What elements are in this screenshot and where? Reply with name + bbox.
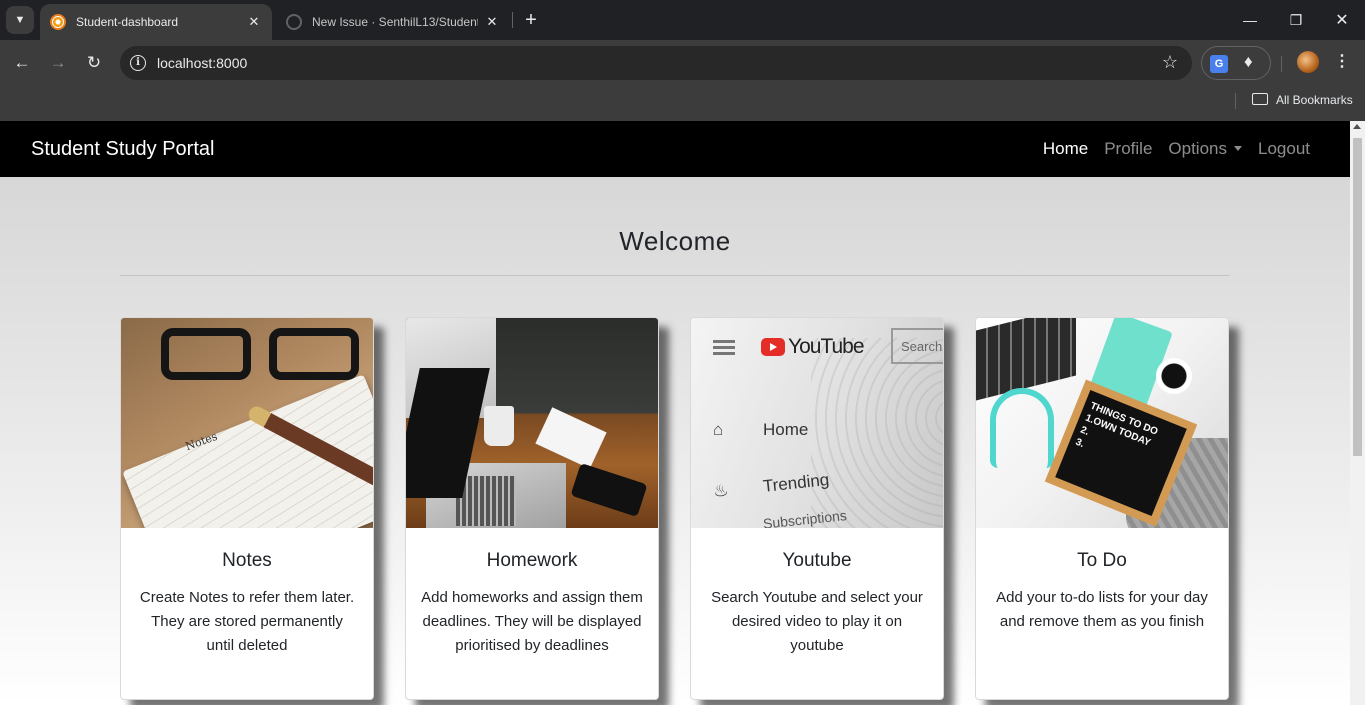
- all-bookmarks-link[interactable]: All Bookmarks: [1276, 93, 1353, 107]
- browser-tab-strip: ▼ Student-dashboard ✕ New Issue · Senthi…: [0, 0, 1365, 40]
- tab-student-dashboard[interactable]: Student-dashboard ✕: [40, 4, 272, 40]
- nav-profile[interactable]: Profile: [1104, 139, 1152, 159]
- site-favicon-icon: [50, 14, 66, 30]
- browser-toolbar: ← → ↻ i localhost:8000 ☆ G ♦ ⋮: [0, 40, 1365, 86]
- page-title: Welcome: [619, 226, 731, 256]
- youtube-logo: YouTube: [761, 335, 865, 359]
- scroll-up-arrow-icon[interactable]: [1353, 124, 1361, 129]
- reload-icon[interactable]: ↻: [79, 48, 109, 78]
- page-scrollbar[interactable]: [1350, 121, 1365, 705]
- youtube-subs-row: Subscriptions: [762, 507, 848, 528]
- card-description: Search Youtube and select your desired v…: [711, 589, 923, 654]
- bookmarks-divider: [1235, 93, 1236, 109]
- scrollbar-thumb[interactable]: [1353, 138, 1362, 456]
- headphones-icon: [990, 388, 1054, 468]
- chevron-down-icon: ▼: [14, 14, 26, 26]
- toolbar-divider: [1281, 56, 1282, 72]
- address-bar[interactable]: i localhost:8000 ☆: [120, 46, 1192, 80]
- nav-logout[interactable]: Logout: [1258, 139, 1310, 159]
- tab-new-issue[interactable]: New Issue · SenthilL13/Student ✕: [276, 4, 510, 40]
- nav-options-label: Options: [1168, 139, 1227, 158]
- address-url[interactable]: localhost:8000: [157, 55, 247, 71]
- card-description: Create Notes to refer them later. They a…: [139, 589, 355, 654]
- title-divider: [120, 275, 1230, 276]
- browser-menu-icon[interactable]: ⋮: [1334, 51, 1350, 73]
- hamburger-icon: [713, 340, 735, 356]
- home-icon: ⌂: [713, 420, 724, 439]
- tab-divider: [512, 12, 513, 28]
- close-tab-icon[interactable]: ✕: [484, 14, 500, 30]
- extensions-group: G ♦: [1201, 46, 1271, 80]
- youtube-home-row: ⌂ Home: [713, 420, 809, 439]
- card-todo[interactable]: THINGS TO DO 1.OWN TODAY 2. 3. To Do Add…: [975, 317, 1229, 700]
- tab-search-button[interactable]: ▼: [6, 6, 34, 34]
- site-navbar: Student Study Portal Home Profile Option…: [0, 121, 1350, 177]
- tab-title: Student-dashboard: [76, 15, 179, 29]
- card-description: Add homeworks and assign them deadlines.…: [421, 589, 643, 654]
- nav-options-dropdown[interactable]: Options: [1168, 139, 1242, 159]
- card-homework[interactable]: Homework Add homeworks and assign them d…: [405, 317, 659, 700]
- homework-image: [406, 318, 658, 528]
- card-description: Add your to-do lists for your day and re…: [996, 589, 1208, 630]
- close-window-icon[interactable]: ✕: [1322, 6, 1362, 34]
- card-title: Youtube: [782, 550, 852, 571]
- new-tab-button[interactable]: +: [520, 8, 542, 32]
- github-favicon-icon: [286, 14, 302, 30]
- extensions-puzzle-icon[interactable]: ♦: [1244, 52, 1253, 72]
- youtube-image: YouTube Search ⌂ Home ♨ Trending Subscript…: [691, 318, 943, 528]
- youtube-search-box: Search: [891, 328, 943, 364]
- bookmarks-bar: All Bookmarks: [0, 86, 1365, 121]
- close-tab-icon[interactable]: ✕: [246, 14, 262, 30]
- todo-image: THINGS TO DO 1.OWN TODAY 2. 3.: [976, 318, 1228, 528]
- translate-extension-icon[interactable]: G: [1210, 55, 1228, 73]
- nav-home[interactable]: Home: [1043, 139, 1088, 159]
- forward-arrow-icon[interactable]: →: [43, 48, 73, 78]
- minimize-window-icon[interactable]: —: [1230, 6, 1270, 34]
- caret-down-icon: [1234, 146, 1242, 151]
- back-arrow-icon[interactable]: ←: [7, 48, 37, 78]
- flame-icon: ♨: [712, 480, 730, 502]
- notes-image: Notes: [121, 318, 373, 528]
- card-title: Notes: [222, 550, 272, 571]
- tab-title: New Issue · SenthilL13/Student: [312, 15, 478, 29]
- folder-icon[interactable]: [1252, 93, 1268, 105]
- card-notes[interactable]: Notes Notes Create Notes to refer them l…: [120, 317, 374, 700]
- bookmark-star-icon[interactable]: ☆: [1162, 52, 1178, 73]
- profile-avatar[interactable]: [1297, 51, 1319, 73]
- card-title: Homework: [486, 550, 578, 571]
- youtube-play-icon: [761, 338, 785, 356]
- nav-links: Home Profile Options Logout: [1043, 139, 1310, 159]
- site-brand[interactable]: Student Study Portal: [31, 138, 214, 161]
- card-title: To Do: [1077, 550, 1127, 571]
- page-viewport: Student Study Portal Home Profile Option…: [0, 121, 1350, 705]
- site-info-icon[interactable]: i: [130, 55, 146, 71]
- card-youtube[interactable]: YouTube Search ⌂ Home ♨ Trending Subscript…: [690, 317, 944, 700]
- restore-window-icon[interactable]: ❐: [1276, 6, 1316, 34]
